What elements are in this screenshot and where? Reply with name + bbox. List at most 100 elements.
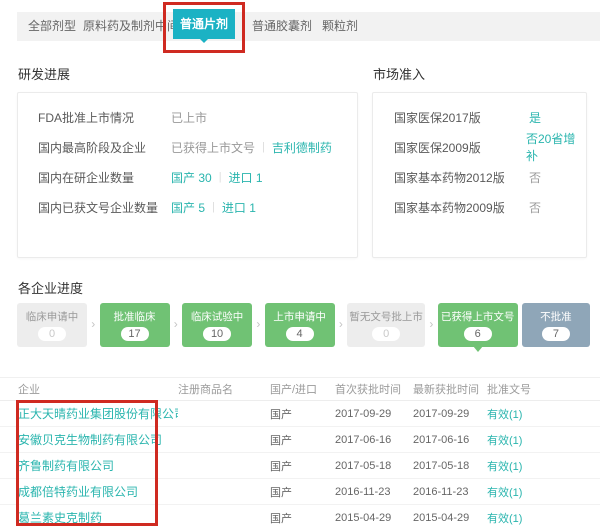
step-clinical-trial[interactable]: 临床试验中 10 (182, 303, 252, 347)
table-row[interactable]: 安徽贝克生物制药有限公司 国产 2017-06-16 2017-06-16 有效… (0, 427, 600, 453)
license-link[interactable]: 有效(1) (487, 432, 600, 448)
divider: | (219, 171, 222, 183)
rd-progress-card: FDA批准上市情况 已上市 国内最高阶段及企业 已获得上市文号 | 吉利德制药 … (17, 92, 358, 258)
origin-cell: 国产 (270, 406, 335, 422)
company-link[interactable]: 成都倍特药业有限公司 (18, 483, 178, 500)
rd-progress-title: 研发进展 (18, 64, 70, 83)
col-header-latest-approval: 最新获批时间 (413, 381, 487, 397)
chevron-right-icon: › (339, 317, 343, 331)
step-label: 批准临床 (100, 309, 170, 324)
latest-approval-cell: 2015-04-29 (413, 512, 487, 524)
table-header-row: 企业 注册商品名 国产/进口 首次获批时间 最新获批时间 批准文号 (0, 378, 600, 401)
col-header-brand: 注册商品名 (178, 381, 270, 397)
domestic-count-link[interactable]: 国产 30 (171, 169, 212, 186)
chevron-right-icon: › (174, 317, 178, 331)
tab-plain-tablet-active[interactable]: 普通片剂 (173, 9, 235, 39)
import-count-link[interactable]: 进口 1 (222, 199, 256, 216)
table-row[interactable]: 葛兰素史克制药 国产 2015-04-29 2015-04-29 有效(1) (0, 505, 600, 529)
ma-row-nrdl-2017: 国家医保2017版 是 (394, 102, 586, 132)
latest-approval-cell: 2017-05-18 (413, 460, 487, 472)
company-progress-title: 各企业进度 (18, 278, 83, 297)
market-access-title: 市场准入 (373, 64, 425, 83)
step-count-badge: 0 (372, 327, 400, 341)
license-link[interactable]: 有效(1) (487, 406, 600, 422)
col-header-license: 批准文号 (487, 381, 600, 397)
domestic-count-link[interactable]: 国产 5 (171, 199, 205, 216)
step-clinical-application[interactable]: 临床申请中 0 (17, 303, 87, 347)
step-label: 已获得上市文号 (438, 309, 518, 324)
ma-row-label: 国家医保2009版 (394, 139, 526, 156)
step-count-badge: 0 (38, 327, 66, 341)
progress-pipeline: 临床申请中 0 › 批准临床 17 › 临床试验中 10 › 上市申请中 4 ›… (17, 303, 590, 353)
table-row[interactable]: 齐鲁制药有限公司 国产 2017-05-18 2017-05-18 有效(1) (0, 453, 600, 479)
step-marketing-application[interactable]: 上市申请中 4 (265, 303, 335, 347)
chevron-right-icon: › (429, 317, 433, 331)
rd-row-label: 国内最高阶段及企业 (38, 139, 171, 156)
license-link[interactable]: 有效(1) (487, 458, 600, 474)
divider: | (212, 201, 215, 213)
chevron-right-icon: › (256, 317, 260, 331)
company-link-gilead[interactable]: 吉利德制药 (272, 139, 332, 156)
market-access-card: 国家医保2017版 是 国家医保2009版 否20省增补 国家基本药物2012版… (372, 92, 587, 258)
step-count-badge: 17 (121, 327, 149, 341)
license-link[interactable]: 有效(1) (487, 484, 600, 500)
rd-row-label: FDA批准上市情况 (38, 109, 171, 126)
rd-row-highest-stage: 国内最高阶段及企业 已获得上市文号 | 吉利德制药 (38, 132, 357, 162)
latest-approval-cell: 2017-09-29 (413, 408, 487, 420)
divider: | (262, 141, 265, 153)
step-count-badge: 6 (464, 327, 492, 341)
dosage-form-tabbar: 全部剂型 原料药及制剂中间体 普通片剂 普通胶囊剂 颗粒剂 (17, 12, 600, 41)
rd-row-label: 国内在研企业数量 (38, 169, 171, 186)
tab-granule[interactable]: 颗粒剂 (322, 12, 358, 41)
ma-row-nrdl-2009: 国家医保2009版 否20省增补 (394, 132, 586, 162)
rd-row-companies-in-development: 国内在研企业数量 国产 30 | 进口 1 (38, 162, 357, 192)
company-link[interactable]: 安徽贝克生物制药有限公司 (18, 431, 178, 448)
company-link[interactable]: 齐鲁制药有限公司 (18, 457, 178, 474)
ma-row-label: 国家基本药物2012版 (394, 169, 529, 186)
license-link[interactable]: 有效(1) (487, 510, 600, 526)
tab-all-dosage-forms[interactable]: 全部剂型 (28, 12, 76, 41)
first-approval-cell: 2017-06-16 (335, 434, 413, 446)
tab-plain-capsule[interactable]: 普通胶囊剂 (252, 12, 312, 41)
col-header-company: 企业 (18, 381, 178, 397)
step-count-badge: 4 (286, 327, 314, 341)
step-approved-no-license[interactable]: 暂无文号批上市 0 (347, 303, 425, 347)
step-label: 上市申请中 (265, 309, 335, 324)
origin-cell: 国产 (270, 458, 335, 474)
table-row[interactable]: 正大天晴药业集团股份有限公司 国产 2017-09-29 2017-09-29 … (0, 401, 600, 427)
ma-row-value[interactable]: 否20省增补 (526, 130, 586, 164)
ma-row-label: 国家医保2017版 (394, 109, 529, 126)
company-table: 企业 注册商品名 国产/进口 首次获批时间 最新获批时间 批准文号 正大天晴药业… (0, 377, 600, 529)
step-count-badge: 10 (203, 327, 231, 341)
ma-row-value: 否 (529, 199, 541, 216)
col-header-first-approval: 首次获批时间 (335, 381, 413, 397)
first-approval-cell: 2017-09-29 (335, 408, 413, 420)
step-license-obtained-selected[interactable]: 已获得上市文号 6 (438, 303, 518, 347)
first-approval-cell: 2017-05-18 (335, 460, 413, 472)
rd-row-fda: FDA批准上市情况 已上市 (38, 102, 357, 132)
import-count-link[interactable]: 进口 1 (229, 169, 263, 186)
first-approval-cell: 2015-04-29 (335, 512, 413, 524)
step-clinical-approved[interactable]: 批准临床 17 (100, 303, 170, 347)
ma-row-eml-2012: 国家基本药物2012版 否 (394, 162, 586, 192)
latest-approval-cell: 2016-11-23 (413, 486, 487, 498)
ma-row-value[interactable]: 是 (529, 109, 541, 126)
drug-detail-page: 全部剂型 原料药及制剂中间体 普通片剂 普通胶囊剂 颗粒剂 研发进展 FDA批准… (0, 0, 600, 529)
ma-row-label: 国家基本药物2009版 (394, 199, 529, 216)
chevron-right-icon: › (91, 317, 95, 331)
origin-cell: 国产 (270, 432, 335, 448)
step-not-approved[interactable]: 不批准 7 (522, 303, 590, 347)
ma-row-value: 否 (529, 169, 541, 186)
company-link[interactable]: 正大天晴药业集团股份有限公司 (18, 405, 178, 422)
latest-approval-cell: 2017-06-16 (413, 434, 487, 446)
company-link[interactable]: 葛兰素史克制药 (18, 509, 178, 526)
rd-row-companies-licensed: 国内已获文号企业数量 国产 5 | 进口 1 (38, 192, 357, 222)
col-header-origin: 国产/进口 (270, 381, 335, 397)
rd-row-value: 已上市 (171, 109, 207, 126)
table-row[interactable]: 成都倍特药业有限公司 国产 2016-11-23 2016-11-23 有效(1… (0, 479, 600, 505)
step-label: 不批准 (522, 309, 590, 324)
origin-cell: 国产 (270, 484, 335, 500)
ma-row-eml-2009: 国家基本药物2009版 否 (394, 192, 586, 222)
origin-cell: 国产 (270, 510, 335, 526)
rd-row-value: 已获得上市文号 (171, 139, 255, 156)
